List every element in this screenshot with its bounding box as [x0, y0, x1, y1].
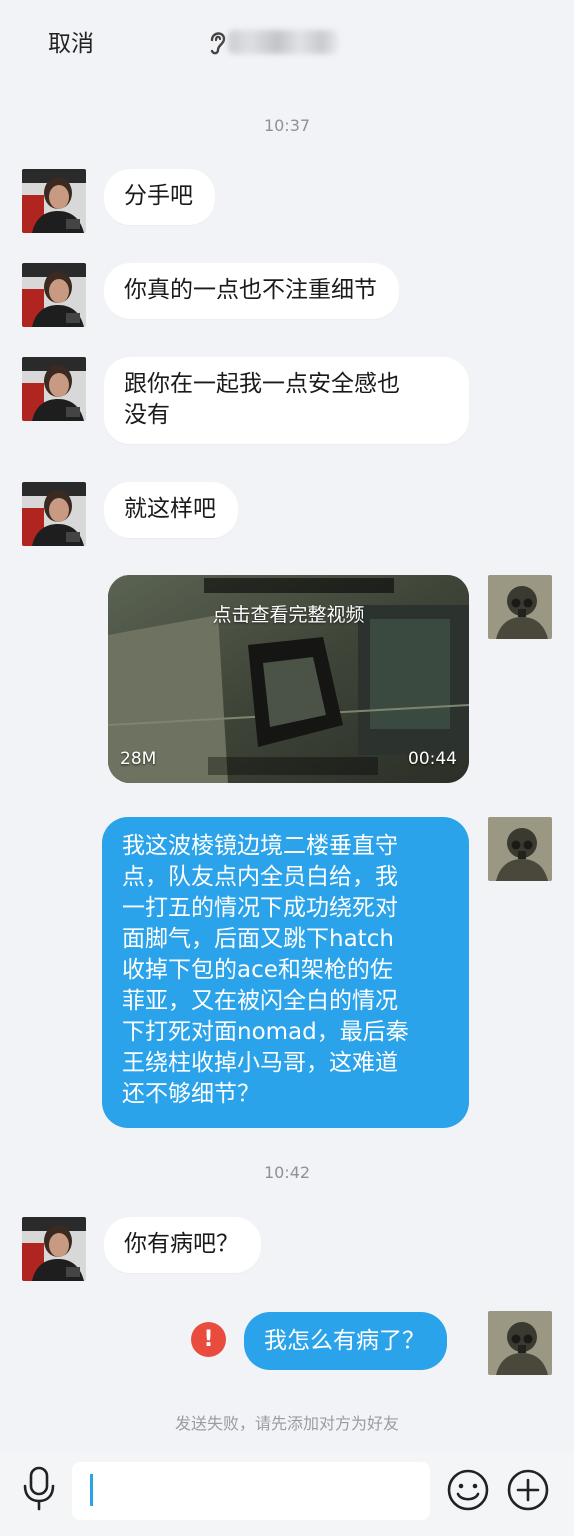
send-fail-notice: 发送失败，请先添加对方为好友 [174, 1414, 399, 1433]
message-line: 点，队友点内全员白给，我 [122, 864, 398, 890]
incoming-message[interactable]: 跟你在一起我一点安全感也 没有 [104, 357, 469, 444]
plus-icon[interactable] [506, 1468, 550, 1512]
message-line: 跟你在一起我一点安全感也 [124, 371, 400, 397]
outgoing-message[interactable]: 我怎么有病了？ [244, 1312, 447, 1370]
video-overlay-text: 点击查看完整视频 [212, 604, 365, 626]
outgoing-message[interactable]: 我这波棱镜边境二楼垂直守 点，队友点内全员白给，我 一打五的情况下成功绕死对 面… [102, 817, 469, 1128]
my-avatar[interactable] [488, 817, 552, 881]
message-line: 收掉下包的ace和架枪的佐 [122, 957, 393, 983]
mic-icon[interactable] [22, 1466, 56, 1512]
my-avatar[interactable] [488, 575, 552, 639]
incoming-message[interactable]: 你真的一点也不注重细节 [104, 263, 399, 319]
incoming-message[interactable]: 就这样吧 [104, 482, 238, 538]
contact-avatar[interactable] [22, 482, 86, 546]
incoming-message[interactable]: 你有病吧？ [104, 1217, 261, 1273]
message-line: 没有 [124, 402, 170, 428]
video-duration: 00:44 [408, 749, 457, 769]
contact-avatar[interactable] [22, 1217, 86, 1281]
input-bar [0, 1452, 574, 1536]
contact-avatar[interactable] [22, 169, 86, 233]
message-line: 面脚气，后面又跳下hatch [122, 926, 394, 952]
contact-name[interactable] [228, 30, 338, 54]
message-line: 菲亚，又在被闪全白的情况 [122, 988, 398, 1014]
my-avatar[interactable] [488, 1311, 552, 1375]
message-line: 还不够细节？ [122, 1081, 260, 1107]
text-caret [90, 1474, 93, 1506]
video-message[interactable]: 点击查看完整视频 28M 00:44 [108, 575, 469, 783]
message-line: 一打五的情况下成功绕死对 [122, 895, 398, 921]
contact-avatar[interactable] [22, 357, 86, 421]
message-line: 我这波棱镜边境二楼垂直守 [122, 833, 398, 859]
error-icon[interactable]: ! [191, 1322, 226, 1357]
contact-avatar[interactable] [22, 263, 86, 327]
timestamp: 10:42 [263, 1163, 311, 1182]
video-size: 28M [120, 749, 157, 769]
emoji-icon[interactable] [446, 1468, 490, 1512]
incoming-message[interactable]: 分手吧 [104, 169, 215, 225]
message-input[interactable] [72, 1462, 430, 1520]
timestamp: 10:37 [263, 116, 311, 135]
cancel-button[interactable]: 取消 [48, 24, 94, 58]
top-bar: 取消 [0, 0, 574, 84]
message-line: 下打死对面nomad，最后秦 [122, 1019, 409, 1045]
message-line: 王绕柱收掉小马哥，这难道 [122, 1050, 398, 1076]
